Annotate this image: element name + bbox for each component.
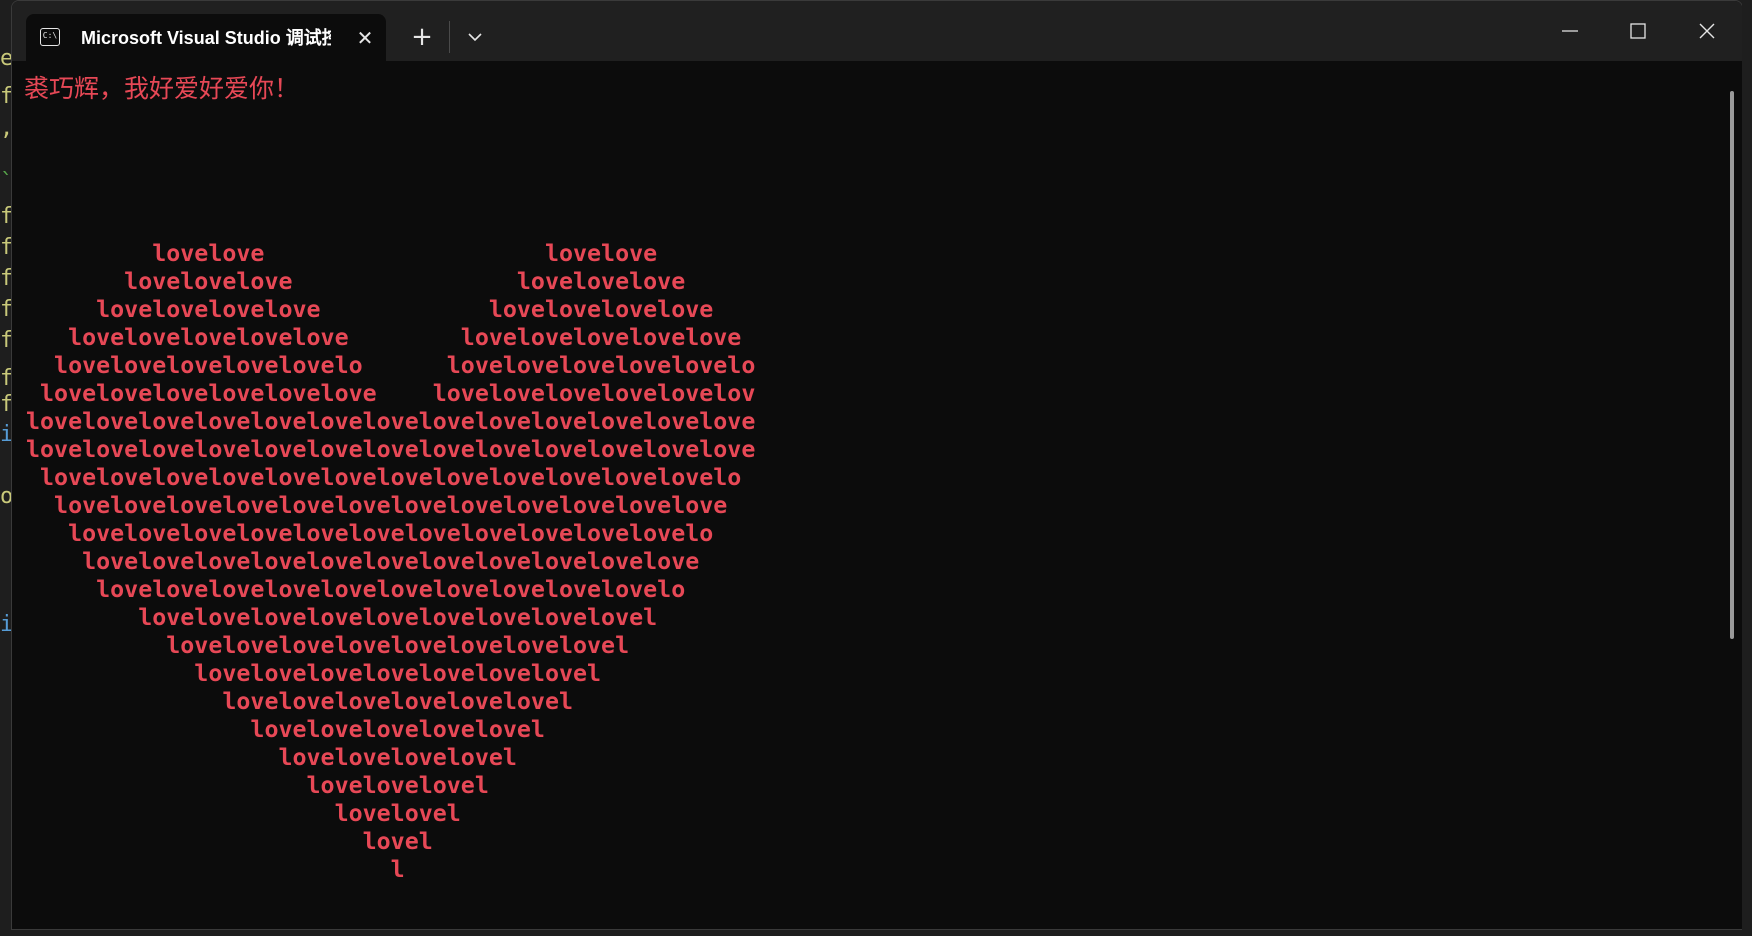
title-bar[interactable]: C:\ Microsoft Visual Studio 调试控制台 ✕ +	[12, 1, 1742, 61]
console-line: lovelovelove lovelovelove	[26, 268, 686, 295]
console-line: lovelovelovelovelovelovelovelovelovel	[26, 604, 658, 631]
console-header-text: 裘巧辉，我好爱好爱你！	[24, 74, 300, 103]
console-line: lovelovelovelovelovelovelovel	[26, 660, 602, 687]
console-line: lovelovelovelovelovelovelovelovelovelove…	[26, 548, 700, 575]
background-editor-edge	[1742, 0, 1752, 936]
vertical-scrollbar[interactable]	[1727, 87, 1737, 923]
tab-title: Microsoft Visual Studio 调试控制台	[81, 28, 331, 48]
tab-close-icon[interactable]: ✕	[353, 26, 377, 50]
console-line: lovelovelovelovelovelovelovelovelovelove…	[26, 464, 742, 491]
console-line: lovelovelovelovelovel	[26, 716, 545, 743]
console-app-icon: C:\	[40, 28, 60, 46]
heart-ascii-art: lovelove lovelove lovelovelove lovelovel…	[26, 240, 755, 884]
minimize-icon[interactable]	[1547, 13, 1593, 49]
console-line: lovelovelovelovelovelovelovelovelovelove…	[26, 436, 756, 463]
console-line: lovelovelovelovelovelovelovelovelovelove…	[26, 492, 728, 519]
chevron-down-icon[interactable]	[457, 21, 493, 53]
console-line: lovelovelovelovel	[26, 744, 517, 771]
console-line: lovelovelovelovelovelovelovelovel	[26, 632, 630, 659]
console-line: lovelovelovelovelovelovelovelovelovelove…	[26, 520, 714, 547]
console-line: lovelove lovelove	[26, 240, 658, 267]
console-line: lovelovelovel	[26, 772, 489, 799]
tab-debug-console[interactable]: C:\ Microsoft Visual Studio 调试控制台 ✕	[26, 14, 386, 61]
console-line: lovel	[26, 828, 433, 855]
console-line: lovelovelovelovelovelove lovelovelovelov…	[26, 380, 756, 407]
console-line: l	[26, 856, 405, 883]
terminal-window: C:\ Microsoft Visual Studio 调试控制台 ✕ + 裘巧…	[11, 0, 1743, 930]
console-line: lovelovelovelovelove lovelovelovelovelov…	[26, 324, 742, 351]
console-line: lovelovelovelovelovelovelovelovelovelove…	[26, 408, 756, 435]
scrollbar-thumb[interactable]	[1730, 91, 1734, 639]
console-line: lovelovelovelove lovelovelovelove	[26, 296, 714, 323]
console-line: lovelovelovelovelovelovelovelovelovelove…	[26, 576, 686, 603]
maximize-icon[interactable]	[1615, 13, 1661, 49]
console-line: lovelovelovelovelovelovel	[26, 688, 574, 715]
close-icon[interactable]	[1684, 13, 1730, 49]
tab-divider	[449, 21, 450, 53]
new-tab-button[interactable]: +	[404, 21, 440, 53]
console-line: lovelovelovelovelovelo lovelovelovelovel…	[26, 352, 756, 379]
console-line: lovelovel	[26, 800, 461, 827]
console-output[interactable]: 裘巧辉，我好爱好爱你！ lovelove lovelove lovelovelo…	[12, 61, 1724, 929]
